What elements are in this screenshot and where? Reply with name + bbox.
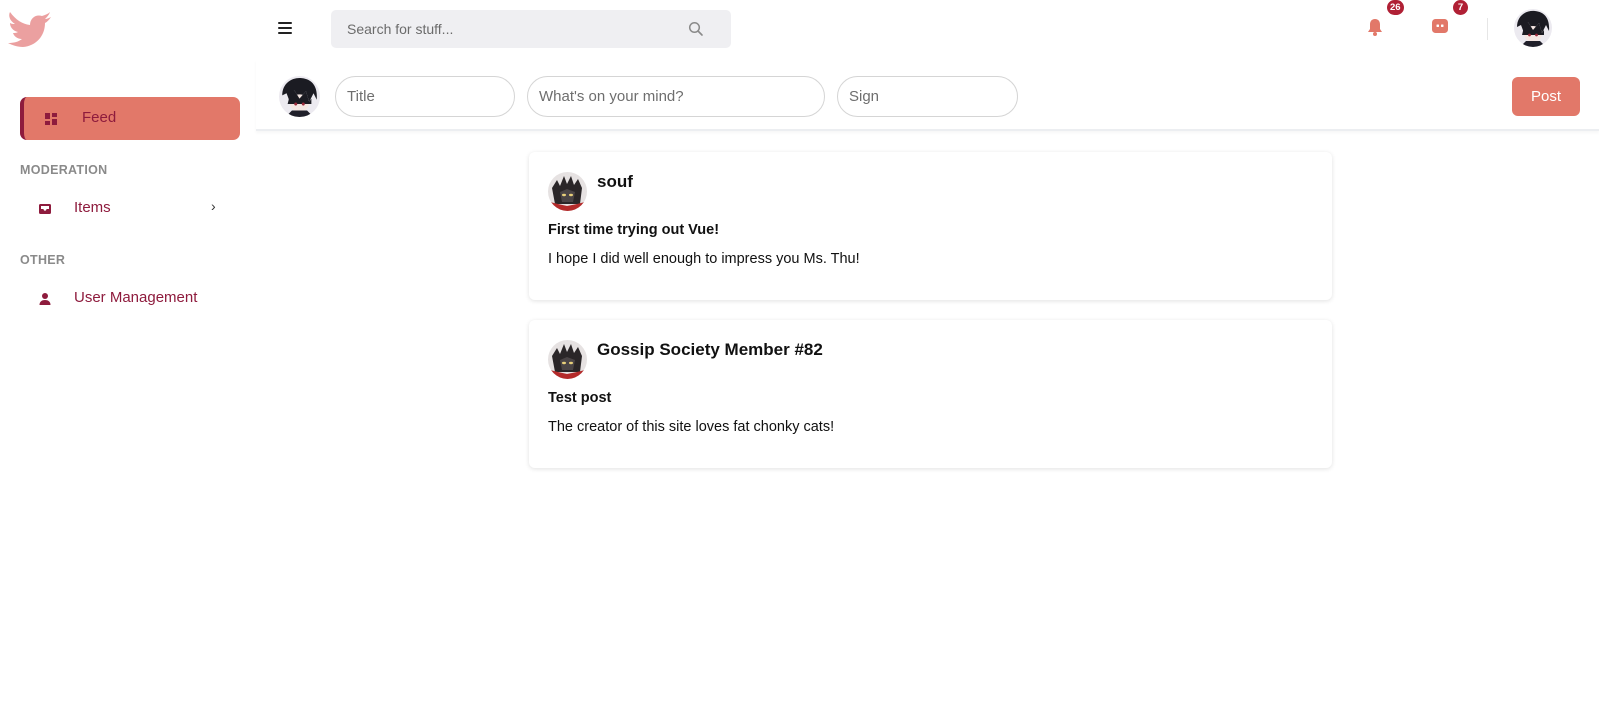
post-title: Test post xyxy=(548,390,612,406)
bird-icon[interactable] xyxy=(6,6,52,50)
section-heading-moderation: MODERATION xyxy=(20,163,108,177)
post-body: I hope I did well enough to impress you … xyxy=(548,251,860,267)
author-avatar-image xyxy=(548,340,587,379)
post-title: First time trying out Vue! xyxy=(548,222,720,238)
sidebar-item-feed[interactable]: Feed xyxy=(20,97,240,140)
chevron-right-icon: › xyxy=(211,198,216,214)
sidebar-item-label: Feed xyxy=(82,109,117,126)
section-heading-other: OTHER xyxy=(20,253,66,267)
topbar: 26 7 xyxy=(256,0,1599,60)
notifications-badge: 26 xyxy=(1387,0,1404,15)
sidebar-item-items[interactable]: Items › xyxy=(20,193,240,225)
post-card: souf First time trying out Vue! I hope I… xyxy=(529,152,1332,300)
search-bar xyxy=(331,10,731,48)
inbox-icon xyxy=(39,204,51,214)
user-icon xyxy=(39,293,51,305)
sidebar-item-label: User Management xyxy=(74,289,198,306)
bell-icon[interactable] xyxy=(1366,17,1384,37)
post-card: Gossip Society Member #82 Test post The … xyxy=(529,320,1332,468)
avatar[interactable] xyxy=(548,172,587,211)
sign-input[interactable] xyxy=(837,76,1018,117)
avatar[interactable] xyxy=(548,340,587,379)
sidebar-item-user-management[interactable]: User Management xyxy=(20,283,240,315)
sidebar-item-label: Items xyxy=(74,199,111,216)
post-body-input[interactable] xyxy=(527,76,825,117)
post-author[interactable]: Gossip Society Member #82 xyxy=(597,340,823,360)
divider xyxy=(1487,18,1488,40)
avatar[interactable] xyxy=(1514,9,1552,47)
chat-icon[interactable] xyxy=(1431,18,1449,36)
user-avatar-image xyxy=(1514,9,1552,47)
messages-badge: 7 xyxy=(1453,0,1468,15)
post-body: The creator of this site loves fat chonk… xyxy=(548,419,835,435)
avatar xyxy=(279,76,320,117)
user-avatar-image xyxy=(279,76,320,117)
search-input[interactable] xyxy=(331,10,691,48)
post-author[interactable]: souf xyxy=(597,172,633,192)
post-button[interactable]: Post xyxy=(1512,77,1580,116)
search-icon[interactable] xyxy=(688,21,704,37)
post-composer: Post xyxy=(256,60,1599,131)
title-input[interactable] xyxy=(335,76,515,117)
author-avatar-image xyxy=(548,172,587,211)
sidebar: Feed MODERATION Items › OTHER User Manag… xyxy=(0,0,256,725)
menu-icon[interactable] xyxy=(278,22,292,34)
dashboard-icon xyxy=(45,113,57,125)
